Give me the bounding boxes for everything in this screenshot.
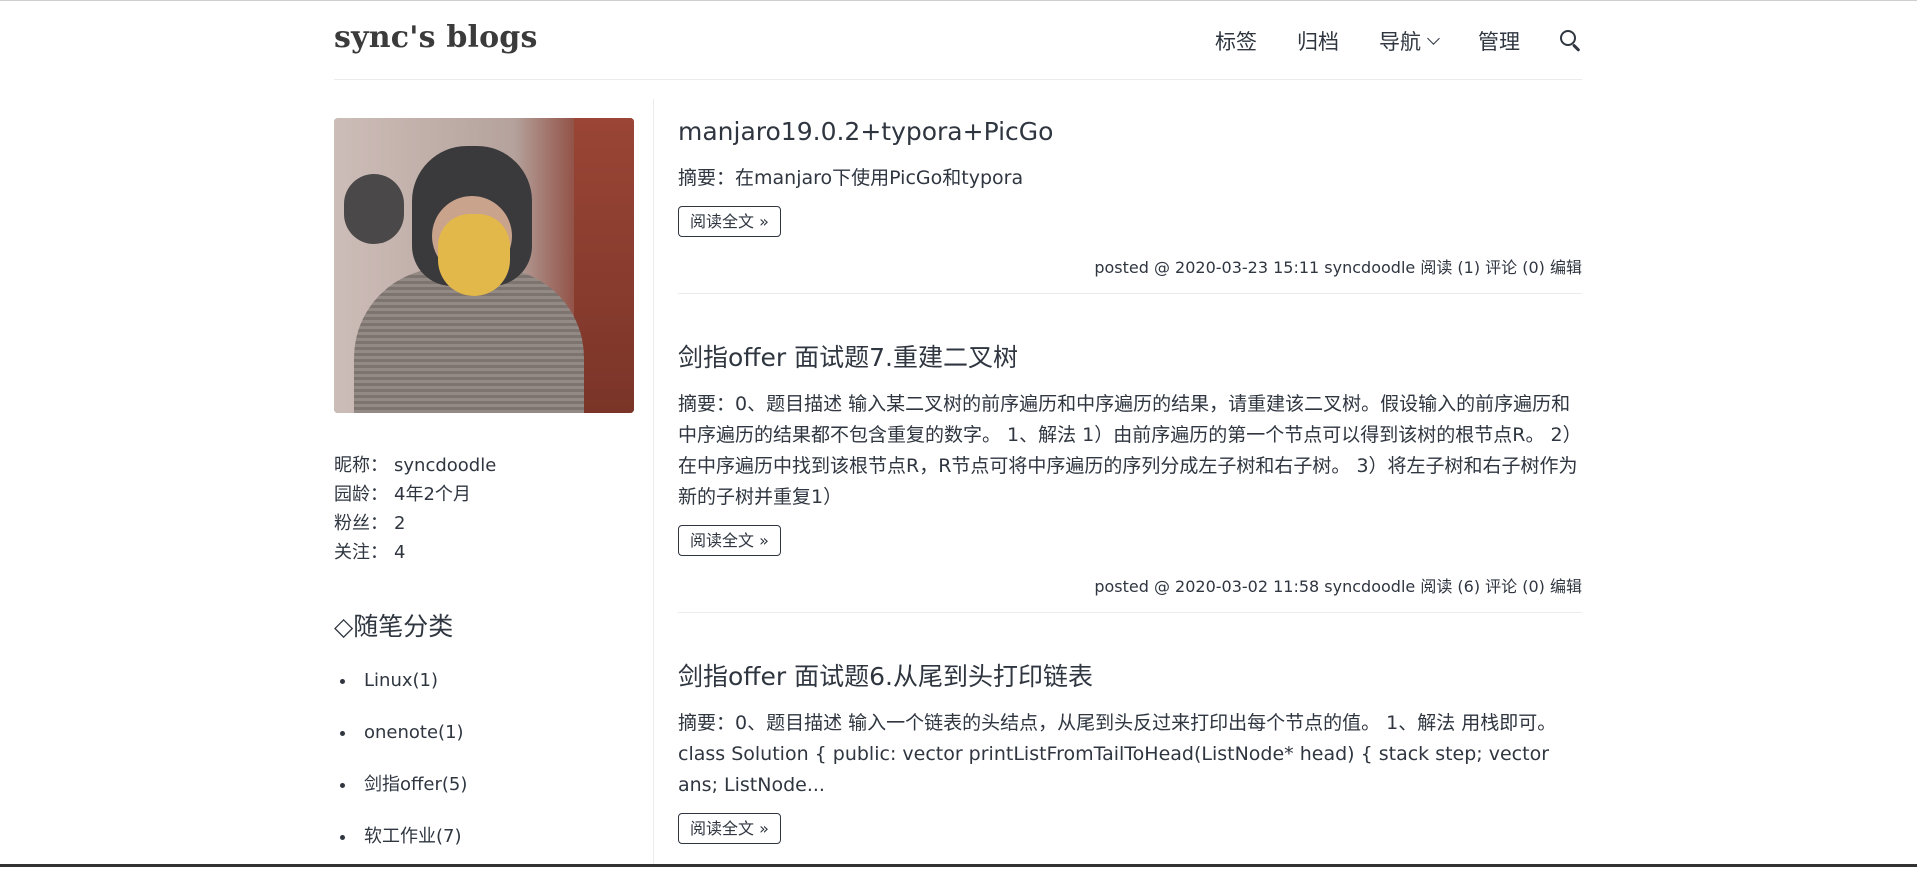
category-item-software-homework[interactable]: 软工作业(7) <box>334 823 634 875</box>
age-row: 园龄： 4年2个月 <box>334 480 634 509</box>
post-title[interactable]: 剑指offer 面试题7.重建二叉树 <box>678 340 1582 376</box>
nav-archive[interactable]: 归档 <box>1297 26 1339 56</box>
avatar <box>334 118 634 413</box>
nickname-value[interactable]: syncdoodle <box>394 451 496 480</box>
post-summary: 摘要：在manjaro下使用PicGo和typora <box>678 167 1024 189</box>
post-title[interactable]: 剑指offer 面试题6.从尾到头打印链表 <box>678 659 1582 695</box>
fans-row: 粉丝： 2 <box>334 509 634 538</box>
post-title[interactable]: manjaro19.0.2+typora+PicGo <box>678 114 1582 150</box>
post-list: manjaro19.0.2+typora+PicGo 摘要：在manjaro下使… <box>678 114 1582 890</box>
read-more-button[interactable]: 阅读全文 » <box>678 525 781 556</box>
categories-title: ◇随笔分类 <box>334 612 454 641</box>
site-header: sync's blogs 标签 归档 导航 管理 <box>334 0 1582 80</box>
main-nav: 标签 归档 导航 管理 <box>1215 25 1582 57</box>
read-more-button[interactable]: 阅读全文 » <box>678 206 781 237</box>
post-item: 剑指offer 面试题6.从尾到头打印链表 摘要：0、题目描述 输入一个链表的头… <box>678 659 1582 844</box>
sidebar: 昵称： syncdoodle 园龄： 4年2个月 粉丝： 2 关注： 4 ◇随笔分类 L… <box>334 118 634 875</box>
post-meta: posted @ 2020-03-23 15:11 syncdoodle 阅读 … <box>1094 258 1582 277</box>
age-label: 园龄： <box>334 484 388 505</box>
post-summary: 摘要：0、题目描述 输入一个链表的头结点，从尾到头反过来打印出每个节点的值。 1… <box>678 712 1557 796</box>
nickname-row: 昵称： syncdoodle <box>334 451 634 480</box>
post-summary: 摘要：0、题目描述 输入某二叉树的前序遍历和中序遍历的结果，请重建该二叉树。假设… <box>678 393 1582 508</box>
column-divider <box>653 99 654 867</box>
read-more-button[interactable]: 阅读全文 » <box>678 813 781 844</box>
fans-value[interactable]: 2 <box>394 509 405 538</box>
nav-tags[interactable]: 标签 <box>1215 26 1257 56</box>
nav-navigate-dropdown[interactable]: 导航 <box>1379 26 1440 56</box>
nickname-label: 昵称： <box>334 455 388 476</box>
nav-navigate-label: 导航 <box>1379 30 1421 54</box>
post-meta: posted @ 2020-03-02 11:58 syncdoodle 阅读 … <box>1094 577 1582 596</box>
follow-label: 关注： <box>334 542 388 563</box>
age-value[interactable]: 4年2个月 <box>394 480 471 509</box>
chevron-down-icon <box>1427 31 1440 45</box>
site-title[interactable]: sync's blogs <box>334 20 538 55</box>
category-item-onenote[interactable]: onenote(1) <box>334 719 634 771</box>
search-icon[interactable] <box>1558 28 1582 54</box>
category-item-jianzhi-offer[interactable]: 剑指offer(5) <box>334 771 634 823</box>
categories-list: Linux(1) onenote(1) 剑指offer(5) 软工作业(7) <box>334 667 634 875</box>
profile-info: 昵称： syncdoodle 园龄： 4年2个月 粉丝： 2 关注： 4 <box>334 451 634 567</box>
post-item: manjaro19.0.2+typora+PicGo 摘要：在manjaro下使… <box>678 114 1582 294</box>
follow-value[interactable]: 4 <box>394 538 405 567</box>
post-item: 剑指offer 面试题7.重建二叉树 摘要：0、题目描述 输入某二叉树的前序遍历… <box>678 340 1582 613</box>
follow-row: 关注： 4 <box>334 538 634 567</box>
category-item-linux[interactable]: Linux(1) <box>334 667 634 719</box>
fans-label: 粉丝： <box>334 513 388 534</box>
nav-manage[interactable]: 管理 <box>1478 26 1520 56</box>
